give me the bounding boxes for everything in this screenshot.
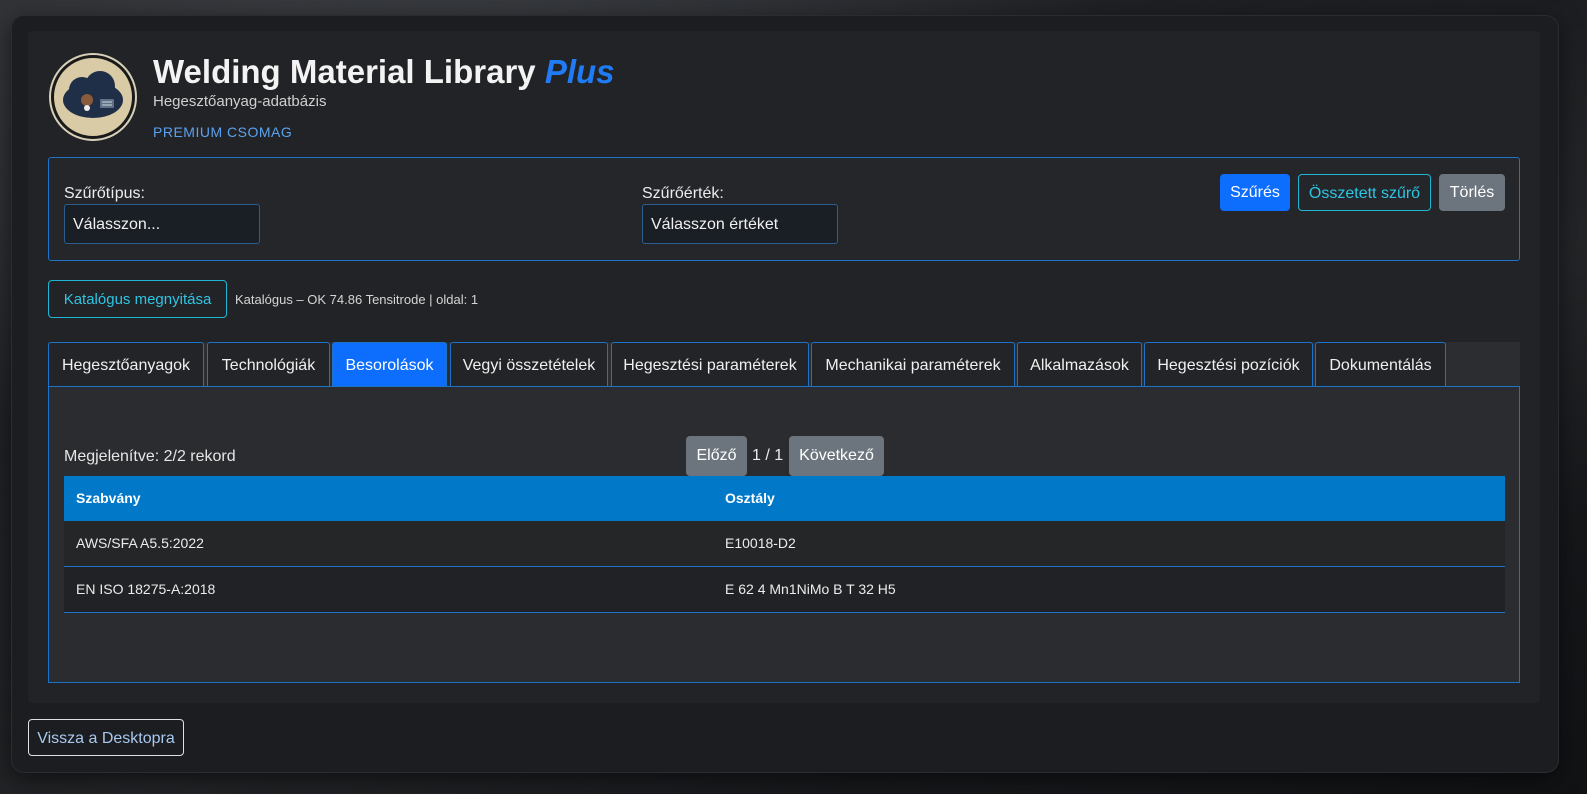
record-count: Megjelenítve: 2/2 rekord	[64, 448, 236, 465]
filter-button[interactable]: Szűrés	[1220, 174, 1290, 211]
classification-table: Szabvány Osztály AWS/SFA A5.5:2022 E1001…	[64, 476, 1505, 613]
app-title-main: Welding Material Library	[153, 53, 536, 90]
table-header: Szabvány Osztály	[64, 476, 1505, 521]
app-panel: Welding Material Library Plus Hegesztőan…	[28, 31, 1540, 703]
catalog-info: Katalógus – OK 74.86 Tensitrode | oldal:…	[235, 292, 479, 307]
tab-vegyi-osszetetelek[interactable]: Vegyi összetételek	[450, 342, 608, 386]
app-title-plus: Plus	[544, 53, 615, 90]
tab-besorolasok[interactable]: Besorolások	[332, 342, 447, 386]
filter-type-label: Szűrőtípus:	[64, 185, 145, 202]
page-indicator: 1 / 1	[752, 447, 784, 464]
cell-standard: EN ISO 18275-A:2018	[76, 581, 216, 597]
column-header-standard[interactable]: Szabvány	[76, 476, 141, 521]
table-row[interactable]: AWS/SFA A5.5:2022 E10018-D2	[64, 521, 1505, 567]
table-row[interactable]: EN ISO 18275-A:2018 E 62 4 Mn1NiMo B T 3…	[64, 567, 1505, 613]
tab-hegesztesi-poziciok[interactable]: Hegesztési pozíciók	[1144, 342, 1313, 386]
app-window: Welding Material Library Plus Hegesztőan…	[12, 16, 1558, 772]
prev-page-button[interactable]: Előző	[686, 436, 747, 476]
tab-mechanikai-parameterek[interactable]: Mechanikai paraméterek	[811, 342, 1015, 386]
compound-filter-button[interactable]: Összetett szűrő	[1298, 174, 1431, 211]
cell-class: E10018-D2	[725, 535, 796, 551]
cell-class: E 62 4 Mn1NiMo B T 32 H5	[725, 581, 896, 597]
cell-standard: AWS/SFA A5.5:2022	[76, 535, 204, 551]
tab-hegesztoanyagok[interactable]: Hegesztőanyagok	[48, 342, 204, 386]
clear-filter-button[interactable]: Törlés	[1439, 174, 1505, 211]
cloud-logo-icon	[51, 55, 135, 139]
app-subtitle: Hegesztőanyag-adatbázis	[153, 93, 327, 110]
filter-value-select[interactable]: Válasszon értéket	[642, 204, 838, 244]
tab-dokumentalas[interactable]: Dokumentálás	[1315, 342, 1446, 386]
filter-panel: Szűrőtípus: Válasszon... Szűrőérték: Vál…	[48, 157, 1520, 261]
column-header-class[interactable]: Osztály	[725, 476, 775, 521]
package-label: PREMIUM CSOMAG	[153, 124, 293, 140]
filter-type-select[interactable]: Válasszon...	[64, 204, 260, 244]
tab-alkalmazasok[interactable]: Alkalmazások	[1017, 342, 1142, 386]
tab-content-panel: Megjelenítve: 2/2 rekord Előző 1 / 1 Köv…	[48, 386, 1520, 683]
next-page-button[interactable]: Következő	[789, 436, 884, 476]
tab-technologiak[interactable]: Technológiák	[207, 342, 330, 386]
open-catalog-button[interactable]: Katalógus megnyitása	[48, 280, 227, 318]
tab-bar: Hegesztőanyagok Technológiák Besorolások…	[48, 342, 1520, 387]
filter-value-label: Szűrőérték:	[642, 185, 724, 202]
tab-hegesztesi-parameterek[interactable]: Hegesztési paraméterek	[611, 342, 809, 386]
back-to-desktop-button[interactable]: Vissza a Desktopra	[28, 719, 184, 756]
app-title: Welding Material Library Plus	[153, 53, 615, 91]
